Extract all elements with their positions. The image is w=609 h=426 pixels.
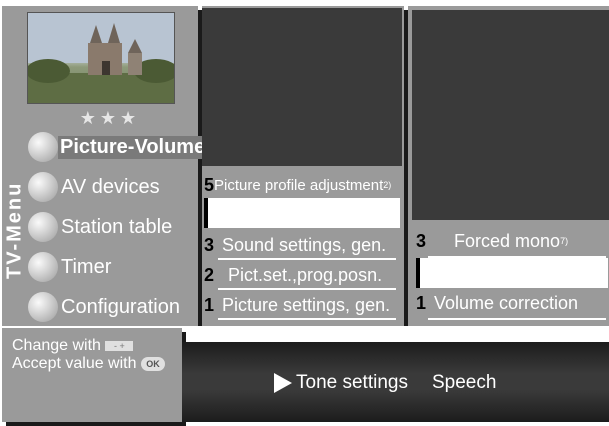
menu-item-label: Picture-Volume <box>58 135 208 159</box>
submenu-header-area <box>202 8 402 166</box>
item-number: 2 <box>204 264 215 285</box>
submenu-item-picture-profile[interactable]: 5 Picture profile adjustment 2) <box>204 170 400 200</box>
settings-header-area <box>412 10 609 220</box>
menu-item-label: Station table <box>61 215 173 238</box>
ball-icon <box>28 132 58 162</box>
item-number: 3 <box>204 234 215 255</box>
menu-item-configuration[interactable]: Configuration <box>28 290 180 324</box>
menu-item-picture-volume[interactable]: Picture-Volume <box>28 130 208 164</box>
status-current-setting: Tone settings <box>296 372 408 393</box>
ball-icon <box>28 172 58 202</box>
item-label: Picture profile adjustment <box>214 176 384 194</box>
submenu-item-pict-set-prog[interactable]: 2 Pict.set.,prog.posn. <box>204 260 400 290</box>
hint-change-text: Change with <box>12 337 101 354</box>
item-number: 1 <box>416 292 427 313</box>
divider <box>428 318 606 320</box>
ball-icon <box>28 252 58 282</box>
item-label: Picture settings, gen. <box>222 294 391 315</box>
item-label: Volume correction <box>434 292 579 313</box>
menu-item-av-devices[interactable]: AV devices <box>28 170 160 204</box>
menu-item-label: Timer <box>61 255 112 278</box>
submenu-item-sound-set-prog[interactable]: Sound set,.prog.posn <box>204 198 400 228</box>
item-number: 3 <box>416 230 427 251</box>
setting-volume-correction[interactable]: 1 Volume correction <box>416 288 606 318</box>
status-line: Tone settings Speech <box>272 370 496 396</box>
menu-title: TV-Menu <box>3 181 26 279</box>
item-label: Forced mono <box>454 230 561 251</box>
item-footnote: 7) <box>560 236 569 246</box>
item-footnote: 2) <box>383 180 392 190</box>
item-label: Tone settings <box>456 262 563 283</box>
hint-accept-text: Accept value with <box>12 355 137 372</box>
item-label: Pict.set.,prog.posn. <box>228 264 383 285</box>
ball-icon <box>28 292 58 322</box>
setting-forced-mono[interactable]: 3 Forced mono 7) <box>416 226 606 256</box>
minus-plus-key-icon: - + <box>105 340 134 351</box>
hint-change-with: Change with - + <box>12 337 134 354</box>
item-number: 1 <box>204 294 215 315</box>
menu-item-label: AV devices <box>61 175 160 198</box>
item-label: Sound set,.prog.posn <box>212 202 384 223</box>
menu-item-station-table[interactable]: Station table <box>28 210 172 244</box>
hint-accept-value: Accept value with OK <box>12 356 165 372</box>
item-number: 5 <box>204 174 215 195</box>
preview-thumbnail <box>27 12 175 104</box>
ball-icon <box>28 212 58 242</box>
status-current-value: Speech <box>431 372 497 393</box>
submenu-item-sound-settings-gen[interactable]: 3 Sound settings, gen. <box>204 230 400 260</box>
divider <box>218 318 396 320</box>
help-panel-shadow <box>6 422 186 426</box>
menu-item-label: Configuration <box>61 295 180 318</box>
rating-stars: ★★★ <box>79 108 141 128</box>
menu-item-timer[interactable]: Timer <box>28 250 111 284</box>
ok-key-icon: OK <box>140 356 165 371</box>
play-arrow-icon <box>274 373 292 393</box>
submenu-item-picture-settings-gen[interactable]: 1 Picture settings, gen. <box>204 290 400 320</box>
item-label: Sound settings, gen. <box>222 234 387 255</box>
setting-tone-settings[interactable]: Tone settings <box>416 258 608 288</box>
castle-preview-image <box>28 13 174 103</box>
